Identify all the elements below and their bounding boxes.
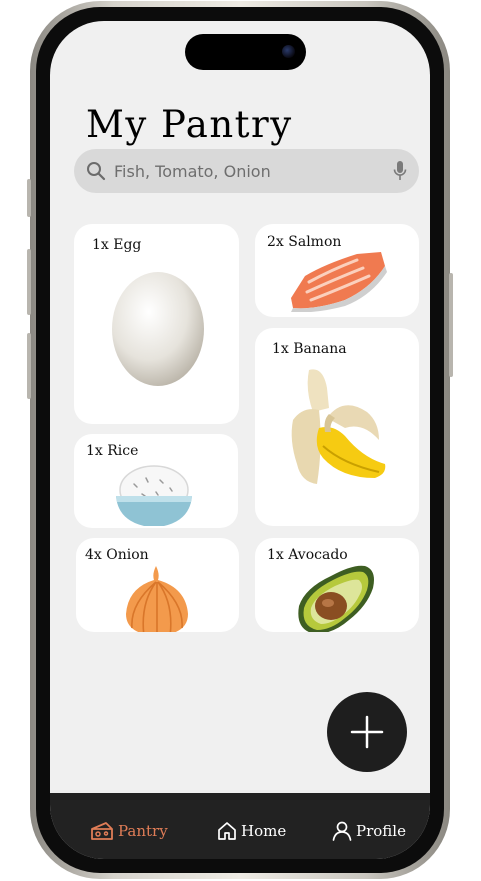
item-label: 1x Egg <box>92 237 142 253</box>
camera-icon <box>282 45 295 58</box>
pantry-item-rice[interactable]: 1x Rice <box>74 434 238 528</box>
nav-label-pantry: Pantry <box>118 822 168 840</box>
cheese-icon <box>91 822 113 840</box>
nav-label-home: Home <box>241 822 287 840</box>
banana-icon <box>291 369 386 484</box>
dynamic-island <box>185 34 306 70</box>
phone-frame: My Pantry 1x Egg <box>27 1 453 879</box>
nav-item-pantry[interactable]: Pantry <box>90 816 168 846</box>
screen: My Pantry 1x Egg <box>50 21 430 859</box>
pantry-item-egg[interactable]: 1x Egg <box>74 224 239 424</box>
page-title: My Pantry <box>86 103 293 146</box>
egg-icon <box>112 272 204 386</box>
item-label: 1x Banana <box>272 341 347 357</box>
onion-icon <box>126 566 188 632</box>
pantry-item-onion[interactable]: 4x Onion <box>76 538 239 632</box>
nav-item-home[interactable]: Home <box>217 816 286 846</box>
pantry-item-banana[interactable]: 1x Banana <box>255 328 419 526</box>
bottom-nav: Pantry Home Profile <box>50 793 430 859</box>
pantry-item-avocado[interactable]: 1x Avocado <box>255 538 419 632</box>
mute-switch <box>27 179 31 217</box>
search-icon <box>87 162 106 181</box>
user-icon <box>332 821 352 841</box>
home-icon <box>218 822 236 840</box>
volume-down-button <box>27 333 31 399</box>
microphone-icon[interactable] <box>393 160 407 182</box>
nav-label-profile: Profile <box>356 822 406 840</box>
search-input[interactable] <box>114 149 384 193</box>
plus-icon <box>350 715 384 749</box>
rice-bowl-icon <box>116 465 192 526</box>
add-item-button[interactable] <box>327 692 407 772</box>
bezel: My Pantry 1x Egg <box>36 7 444 873</box>
pantry-item-salmon[interactable]: 2x Salmon <box>255 224 419 317</box>
avocado-icon <box>298 565 374 632</box>
salmon-icon <box>291 252 387 312</box>
item-label: 1x Rice <box>86 443 139 459</box>
search-bar[interactable] <box>74 149 419 193</box>
nav-item-profile[interactable]: Profile <box>332 816 406 846</box>
item-label: 4x Onion <box>85 547 149 563</box>
power-button <box>449 273 453 377</box>
volume-up-button <box>27 249 31 315</box>
item-label: 1x Avocado <box>267 547 348 563</box>
